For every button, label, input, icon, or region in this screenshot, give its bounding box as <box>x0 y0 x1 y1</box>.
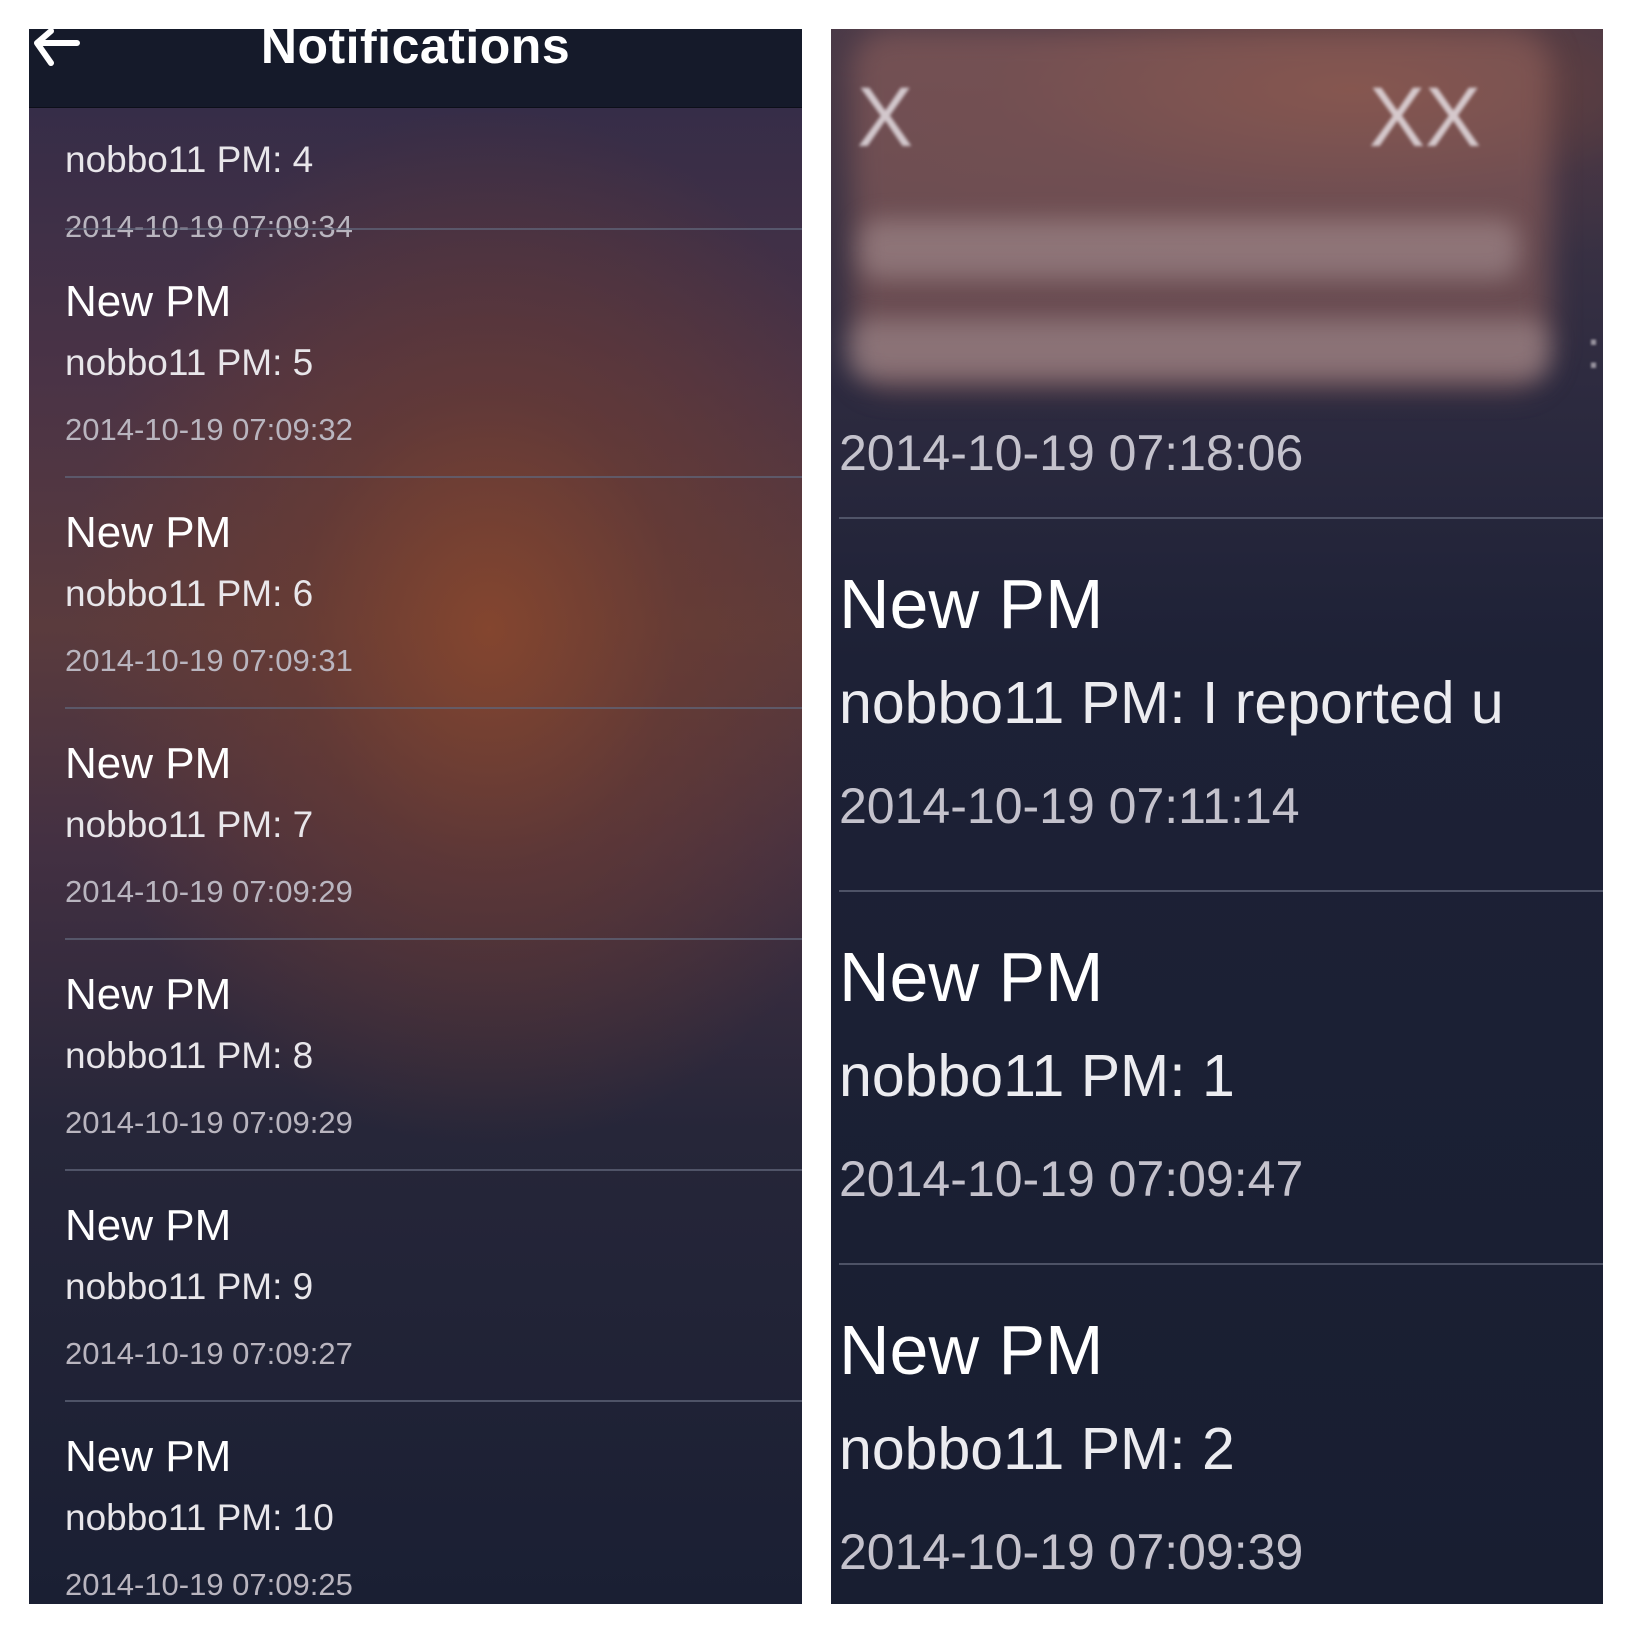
notification-message: nobbo11 PM: 10 <box>65 1497 334 1538</box>
notification-time: 2014-10-19 07:09:29 <box>65 1105 353 1140</box>
notification-time: 2014-10-19 07:09:31 <box>65 643 353 678</box>
notification-message: nobbo11 PM: 7 <box>65 804 314 845</box>
notification-title: New PM <box>65 970 232 1019</box>
notification-time: 2014-10-19 07:09:47 <box>839 1151 1304 1207</box>
notification-message: nobbo11 PM: 5 <box>65 342 314 383</box>
notification-message: nobbo11 PM: 4 <box>65 139 314 180</box>
notification-time: 2014-10-19 07:09:29 <box>65 874 353 909</box>
notification-time: 2014-10-19 07:09:34 <box>65 209 353 244</box>
notification-title: New PM <box>839 938 1104 1016</box>
notification-item[interactable]: New PM nobbo11 PM: I reported u 2014-10-… <box>839 519 1603 892</box>
notification-title: New PM <box>839 1311 1104 1389</box>
notification-time: 2014-10-19 07:18:06 <box>839 425 1304 481</box>
notification-message: nobbo11 PM: 6 <box>65 573 314 614</box>
notifications-screen-right: X XX : 2014-10-19 07:18:06 New PM nobbo1… <box>831 29 1603 1604</box>
notification-item[interactable]: New PM nobbo11 PM: 1 2014-10-19 07:09:47 <box>839 892 1603 1265</box>
navigation-bar: Notifications <box>29 29 802 108</box>
notification-message: nobbo11 PM: I reported u <box>839 670 1504 736</box>
notification-time: 2014-10-19 07:09:27 <box>65 1336 353 1371</box>
redaction-mark: X <box>857 70 914 164</box>
notification-title: New PM <box>65 277 232 326</box>
notification-title: New PM <box>65 1201 232 1250</box>
notification-message: nobbo11 PM: 9 <box>65 1266 314 1307</box>
notification-item[interactable]: New PM nobbo11 PM: 9 2014-10-19 07:09:27 <box>65 1171 802 1402</box>
redaction-blur <box>849 319 1549 379</box>
divider <box>65 228 802 230</box>
notification-time: 2014-10-19 07:09:39 <box>839 1524 1304 1580</box>
notifications-screen-left: Notifications nobbo11 PM: 4 2014-10-19 0… <box>29 29 802 1604</box>
notification-item[interactable]: New PM nobbo11 PM: 7 2014-10-19 07:09:29 <box>65 709 802 940</box>
notification-message: nobbo11 PM: 8 <box>65 1035 314 1076</box>
notification-title: New PM <box>65 508 232 557</box>
chevron-right-icon: : <box>1585 320 1601 380</box>
redaction-mark: XX <box>1369 70 1482 164</box>
notification-message: nobbo11 PM: 1 <box>839 1043 1235 1109</box>
notification-title: New PM <box>839 565 1104 643</box>
notification-title: New PM <box>65 739 232 788</box>
notification-message: nobbo11 PM: 2 <box>839 1416 1235 1482</box>
notification-item[interactable]: New PM nobbo11 PM: 8 2014-10-19 07:09:29 <box>65 940 802 1171</box>
notification-item[interactable]: New PM nobbo11 PM: 2 2014-10-19 07:09:39 <box>839 1265 1603 1604</box>
notification-time: 2014-10-19 07:09:32 <box>65 412 353 447</box>
notification-item[interactable]: New PM nobbo11 PM: 10 2014-10-19 07:09:2… <box>65 1402 802 1604</box>
notification-title: New PM <box>65 1432 232 1481</box>
notification-time: 2014-10-19 07:09:25 <box>65 1567 353 1602</box>
notification-item[interactable]: New PM nobbo11 PM: 5 2014-10-19 07:09:32 <box>65 247 802 478</box>
redaction-blur <box>859 219 1519 279</box>
notification-item-redacted[interactable]: X XX : 2014-10-19 07:18:06 <box>839 29 1603 519</box>
notification-time: 2014-10-19 07:11:14 <box>839 778 1300 834</box>
page-title: Notifications <box>260 29 571 74</box>
notification-item[interactable]: New PM nobbo11 PM: 6 2014-10-19 07:09:31 <box>65 478 802 709</box>
